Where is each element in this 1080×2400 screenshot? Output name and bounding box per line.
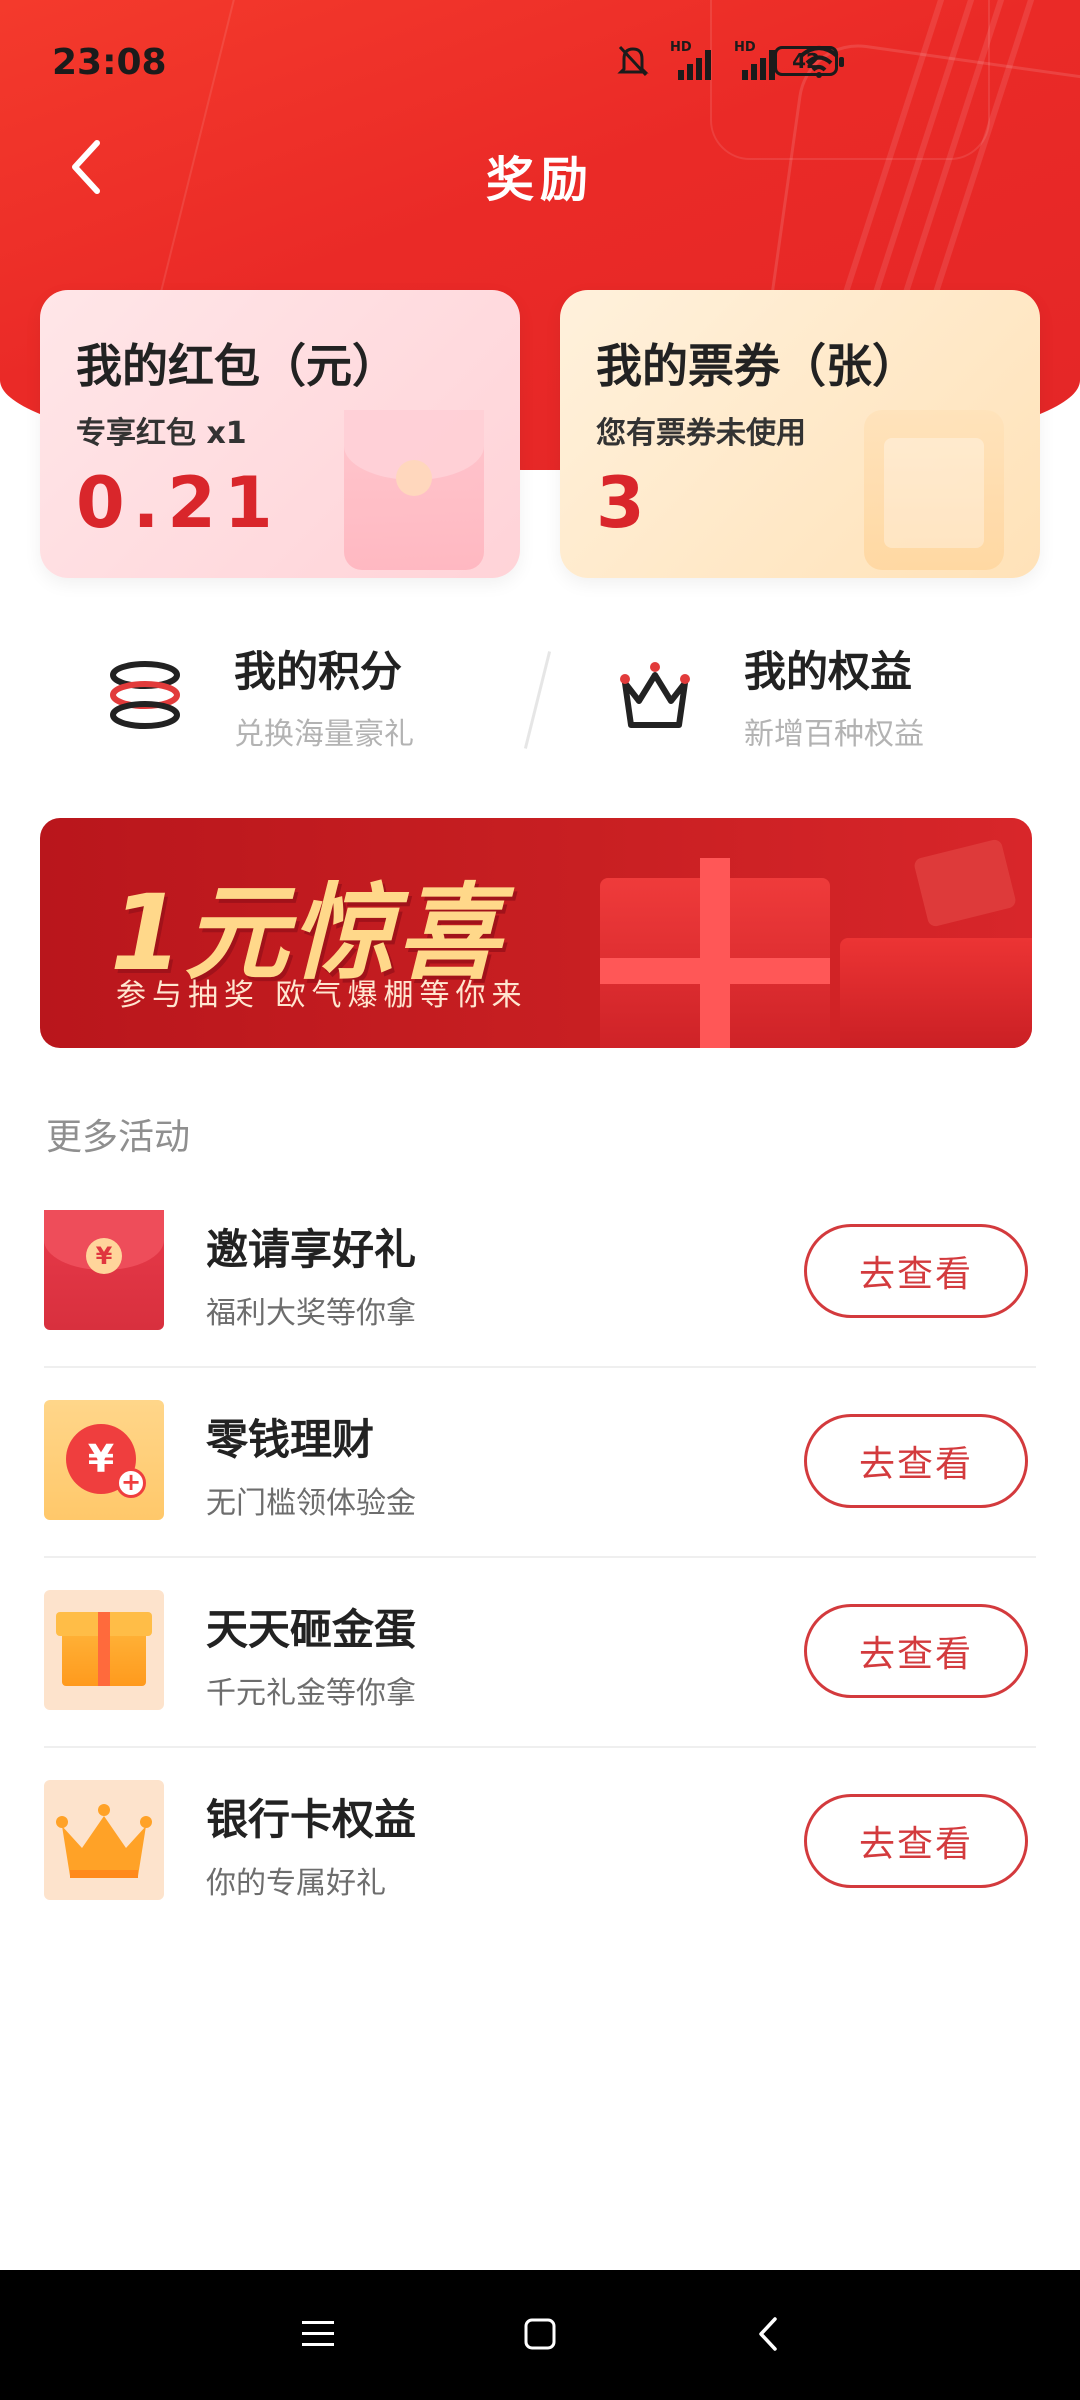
signal-icon: HD [670, 40, 714, 80]
view-button[interactable]: 去查看 [804, 1604, 1028, 1698]
row-divider [44, 1366, 1036, 1368]
activity-row-bankcard: 银行卡权益 你的专属好礼 去查看 [44, 1780, 1036, 1970]
chevron-left-icon [759, 2317, 777, 2351]
activity-title: 零钱理财 [206, 1415, 375, 1464]
activity-row-golden-egg: 天天砸金蛋 千元礼金等你拿 去查看 [44, 1590, 1036, 1780]
coin-stack-icon [100, 650, 190, 740]
red-packet-card[interactable]: 我的红包（元） 专享红包 x1 0.21 [40, 290, 520, 578]
status-time: 23:08 [52, 42, 167, 83]
battery-icon: 42 [774, 46, 844, 76]
ticket-value: 3 [596, 462, 653, 544]
ticket-card[interactable]: 我的票券（张） 您有票券未使用 3 [560, 290, 1040, 578]
menu-button[interactable] [288, 2304, 348, 2364]
activity-desc: 无门槛领体验金 [206, 1486, 416, 1521]
ribbon-decor [700, 858, 730, 1048]
rights-shortcut[interactable]: 我的权益 新增百种权益 [610, 640, 924, 752]
promo-banner[interactable]: 1元惊喜 参与抽奖 欧气爆棚等你来 [40, 818, 1032, 1048]
ribbon-decor [600, 958, 830, 984]
system-nav-bar [0, 2270, 1080, 2400]
crown-icon [44, 1780, 164, 1900]
ticket-icon [864, 410, 1004, 570]
square-home-icon [524, 2318, 556, 2350]
home-button[interactable] [510, 2304, 570, 2364]
section-title: 更多活动 [46, 1117, 191, 1158]
yuan-coin-icon: ¥ + [44, 1400, 164, 1520]
activity-row-finance: ¥ + 零钱理财 无门槛领体验金 去查看 [44, 1400, 1036, 1590]
status-bar: 23:08 HD HD 42 [0, 0, 1080, 120]
gift-box-image [840, 938, 1032, 1048]
row-divider [44, 1746, 1036, 1748]
divider [523, 651, 552, 749]
activity-desc: 千元礼金等你拿 [206, 1676, 416, 1711]
signal-icon: HD [734, 40, 778, 80]
red-packet-subtitle: 专享红包 x1 [76, 416, 247, 451]
points-title: 我的积分 [234, 646, 403, 696]
activity-desc: 你的专属好礼 [206, 1866, 386, 1901]
crown-outline-icon [610, 650, 700, 740]
rights-desc: 新增百种权益 [744, 716, 924, 752]
points-desc: 兑换海量豪礼 [234, 716, 414, 752]
activity-title: 银行卡权益 [206, 1795, 417, 1844]
view-button[interactable]: 去查看 [804, 1414, 1028, 1508]
activity-row-invite: ¥ 邀请享好礼 福利大奖等你拿 去查看 [44, 1210, 1036, 1400]
mute-bell-icon [617, 45, 649, 77]
red-packet-icon: ¥ [44, 1210, 164, 1330]
activity-desc: 福利大奖等你拿 [206, 1296, 416, 1331]
red-packet-title: 我的红包（元） [76, 339, 398, 393]
row-divider [44, 1556, 1036, 1558]
menu-icon [302, 2321, 334, 2346]
ticket-subtitle: 您有票券未使用 [596, 416, 806, 451]
view-button[interactable]: 去查看 [804, 1224, 1028, 1318]
activity-title: 邀请享好礼 [206, 1225, 417, 1274]
red-envelope-icon [344, 410, 484, 570]
system-back-button[interactable] [738, 2304, 798, 2364]
page-title: 奖励 [485, 152, 594, 208]
view-button[interactable]: 去查看 [804, 1794, 1028, 1888]
banner-tagline: 参与抽奖 欧气爆棚等你来 [116, 978, 528, 1013]
points-shortcut[interactable]: 我的积分 兑换海量豪礼 [100, 640, 414, 752]
activity-title: 天天砸金蛋 [206, 1605, 417, 1654]
gift-box-image [912, 838, 1018, 928]
red-packet-value: 0.21 [76, 462, 281, 544]
gift-box-icon [44, 1590, 164, 1710]
ticket-title: 我的票券（张） [596, 339, 918, 393]
rights-title: 我的权益 [744, 646, 913, 696]
